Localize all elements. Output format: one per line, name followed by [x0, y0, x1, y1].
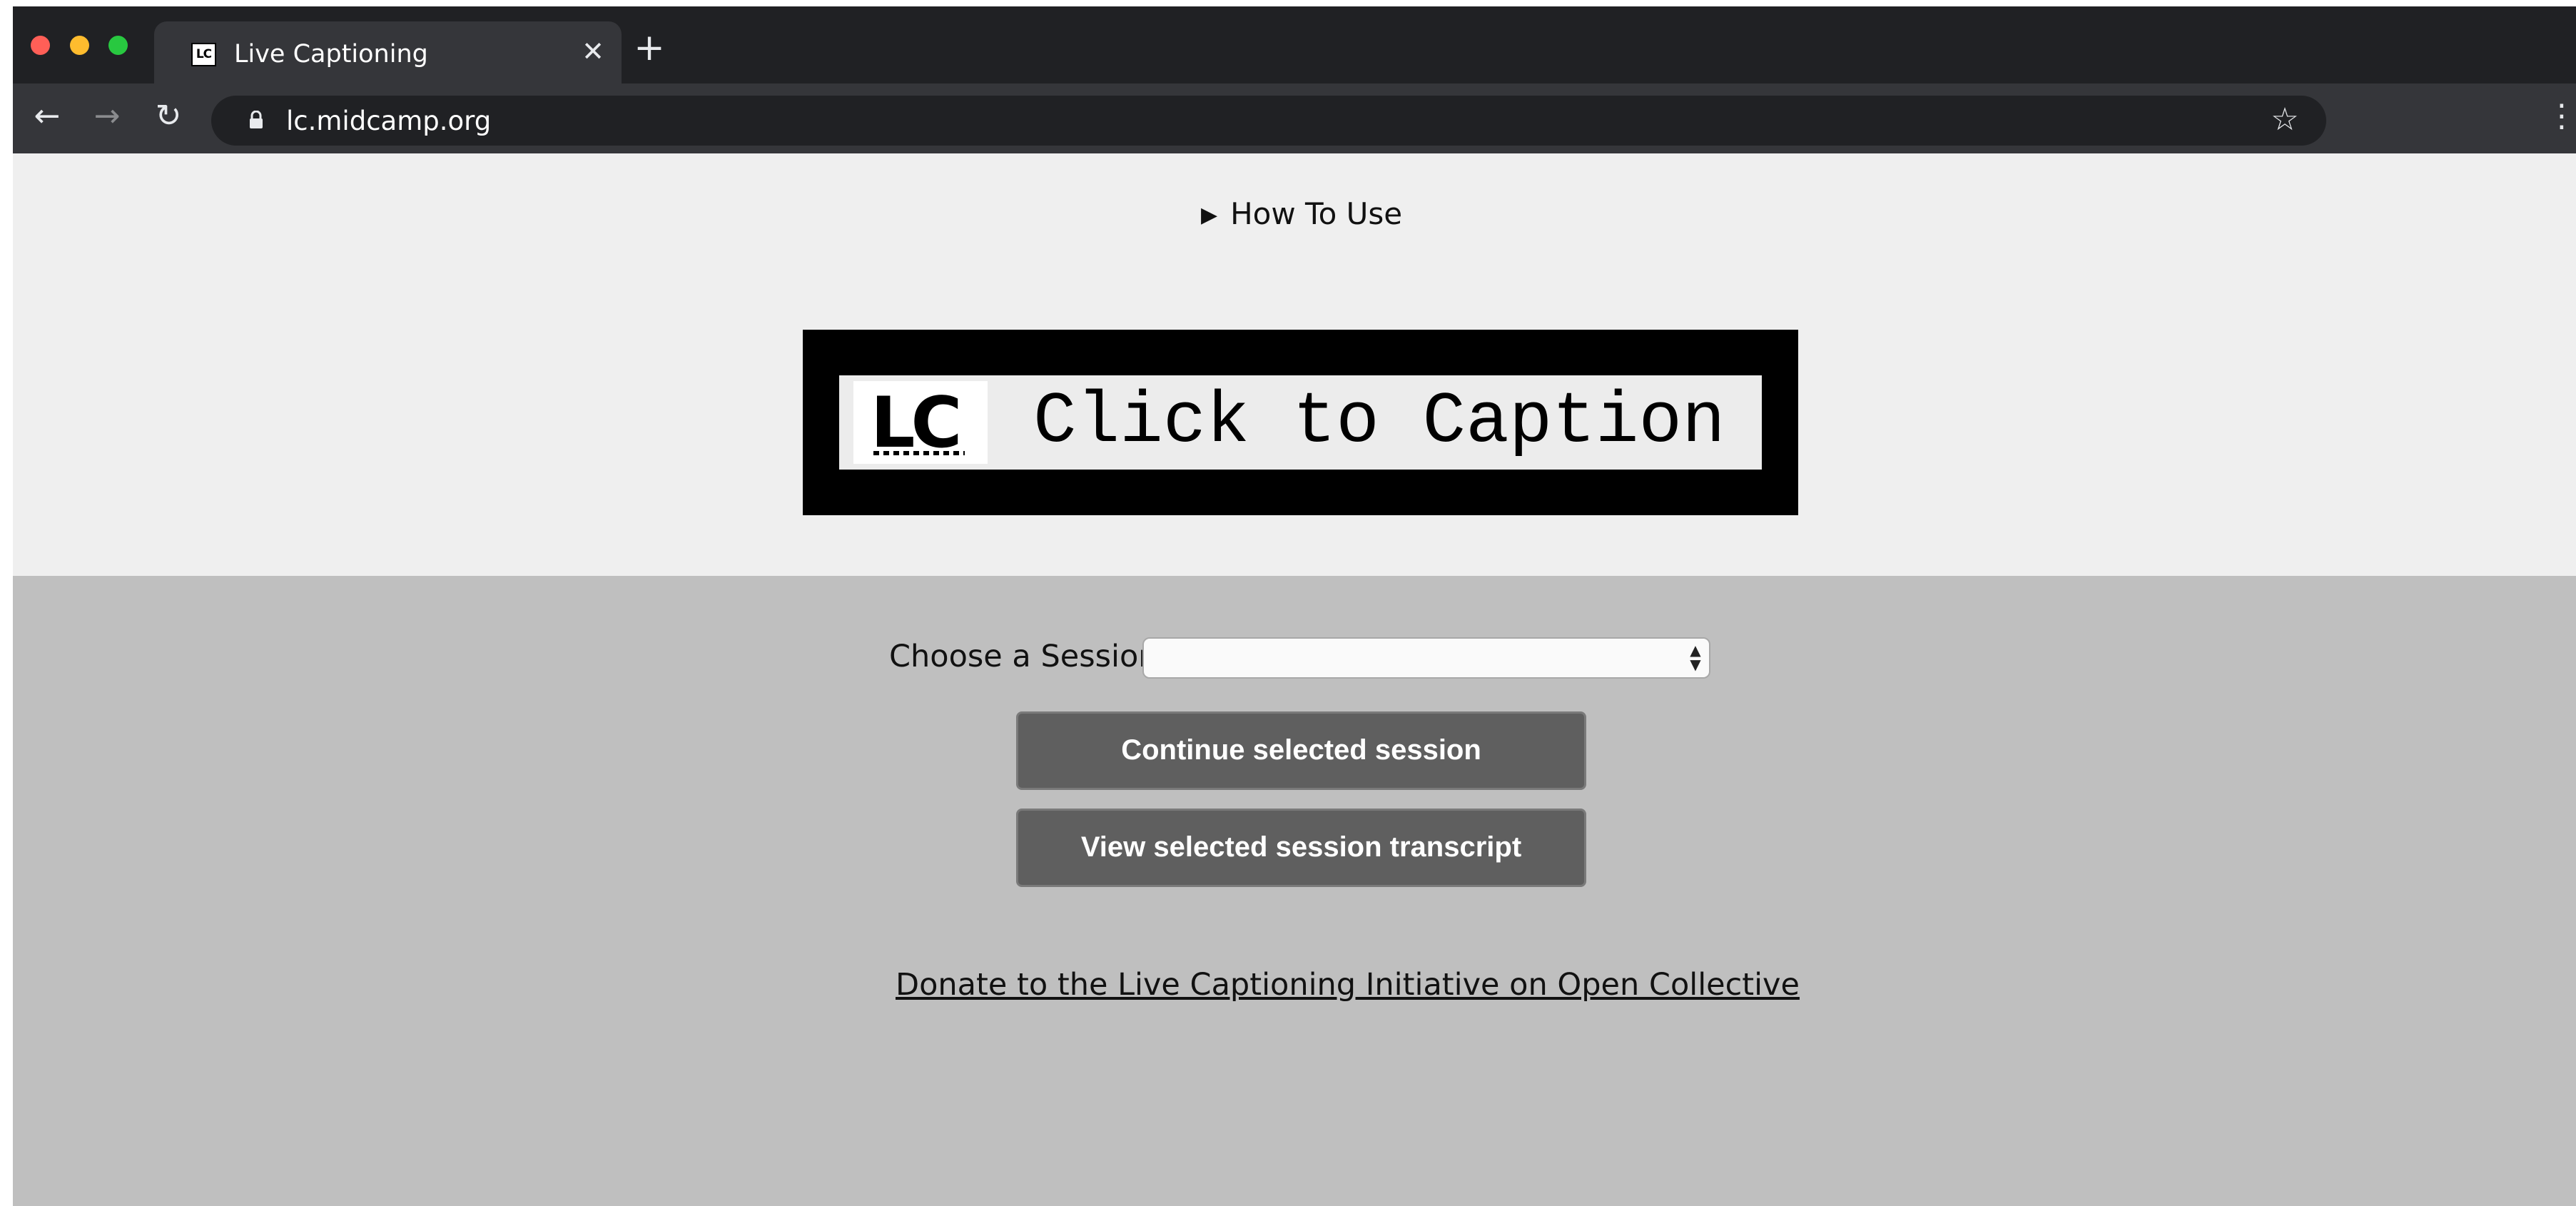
url-text[interactable]: lc.midcamp.org: [286, 106, 491, 136]
lc-logo-text: LC: [871, 382, 962, 464]
close-tab-icon[interactable]: ✕: [579, 37, 607, 66]
maximize-window-button[interactable]: [108, 36, 128, 55]
how-to-use-label: How To Use: [1230, 196, 1403, 231]
click-to-caption-text: Click to Caption: [1033, 382, 1725, 463]
reload-icon[interactable]: ↻: [147, 95, 190, 138]
browser-menu-icon[interactable]: ⋮: [2546, 95, 2576, 138]
how-to-use-toggle[interactable]: ▶ How To Use: [1201, 196, 1402, 231]
close-window-button[interactable]: [31, 36, 50, 55]
click-to-caption-banner[interactable]: LC Click to Caption: [803, 330, 1798, 515]
session-select[interactable]: ▲ ▼: [1142, 637, 1710, 679]
caption-banner-inner: LC Click to Caption: [839, 375, 1762, 470]
continue-session-button[interactable]: Continue selected session: [1016, 711, 1586, 790]
new-tab-icon[interactable]: +: [634, 29, 665, 66]
choose-session-label: Choose a Session: [889, 639, 1158, 674]
donate-link[interactable]: Donate to the Live Captioning Initiative…: [896, 967, 1800, 1003]
view-transcript-button[interactable]: View selected session transcript: [1016, 809, 1586, 887]
header-section: ▶ How To Use LC Click to Caption: [13, 153, 2576, 576]
browser-window: LC Live Captioning ✕ + ← → ↻ lc.midcamp.…: [13, 6, 2576, 1206]
tab-strip: LC Live Captioning ✕ +: [13, 6, 2576, 83]
select-arrows-icon: ▲ ▼: [1690, 642, 1701, 673]
tab-live-captioning[interactable]: LC Live Captioning ✕: [154, 21, 622, 83]
bookmark-star-icon[interactable]: ☆: [2265, 100, 2305, 140]
lock-icon: [250, 111, 263, 128]
lc-logo: LC: [853, 381, 988, 464]
page-viewport: ▶ How To Use LC Click to Caption Choose a…: [13, 153, 2576, 1206]
disclosure-triangle-icon: ▶: [1201, 203, 1218, 228]
minimize-window-button[interactable]: [70, 36, 89, 55]
session-section: Choose a Session ▲ ▼ Continue selected se…: [13, 576, 2576, 1206]
browser-toolbar: ← → ↻ lc.midcamp.org ☆ ⋮: [13, 83, 2576, 153]
forward-arrow-icon[interactable]: →: [86, 95, 128, 138]
address-bar[interactable]: lc.midcamp.org ☆: [211, 96, 2326, 146]
tab-title: Live Captioning: [234, 40, 428, 69]
tab-favicon-icon: LC: [191, 43, 216, 66]
back-arrow-icon[interactable]: ←: [26, 95, 69, 138]
lc-logo-underline: [873, 451, 965, 455]
